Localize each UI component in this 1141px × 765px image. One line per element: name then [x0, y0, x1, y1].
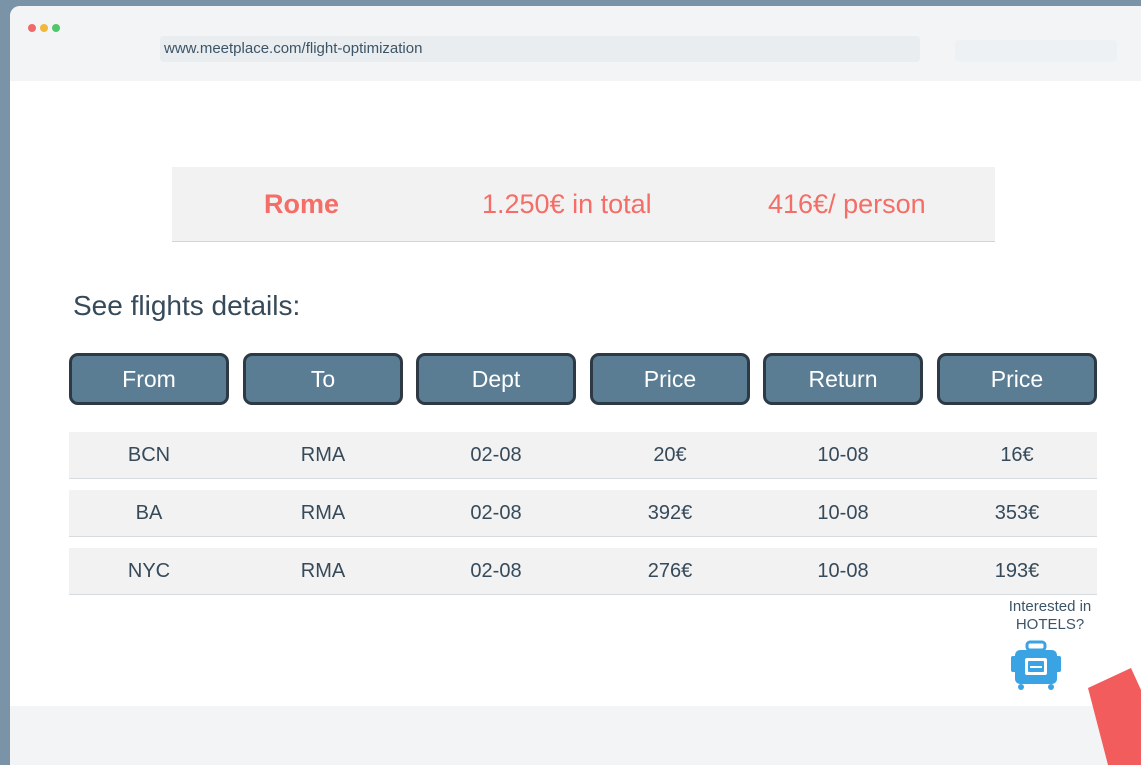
- pointer-arrow-icon: [1088, 668, 1141, 765]
